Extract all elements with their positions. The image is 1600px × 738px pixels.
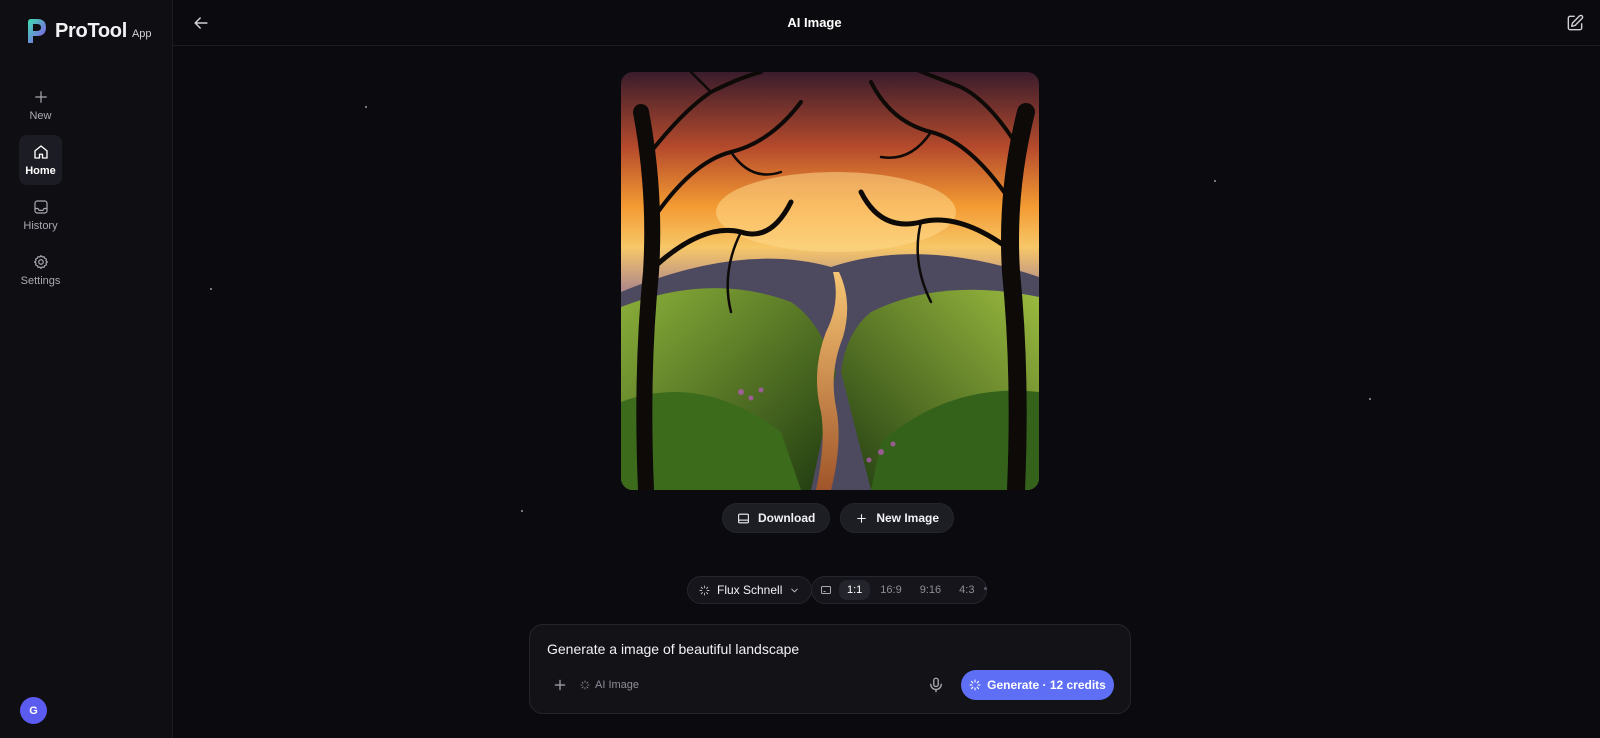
- download-icon: [738, 513, 749, 523]
- logo[interactable]: ProTool App: [20, 16, 152, 46]
- gear-icon: [33, 255, 48, 269]
- aspect-ratio-selector: 1:1 16:9 9:16 4:3: [811, 576, 988, 604]
- ratio-option-4-3[interactable]: 4:3: [951, 580, 982, 600]
- sidebar-item-label: New: [29, 110, 52, 122]
- sparkle-loader-icon: [580, 680, 590, 690]
- star-decoration: [365, 106, 367, 108]
- main-content: AI Image Download New Image Flux Schnell…: [173, 0, 1600, 738]
- new-image-button[interactable]: New Image: [840, 503, 955, 533]
- star-decoration: [1214, 180, 1216, 182]
- model-name: Flux Schnell: [717, 583, 783, 597]
- top-bar: AI Image: [173, 0, 1600, 46]
- avatar[interactable]: G: [20, 697, 47, 724]
- ratio-option-9-16[interactable]: 9:16: [912, 580, 949, 600]
- star-decoration: [210, 288, 212, 290]
- sidebar-item-new[interactable]: New: [19, 80, 62, 130]
- mode-label: AI Image: [595, 679, 640, 691]
- ratio-option-1-1[interactable]: 1:1: [839, 580, 871, 600]
- ratio-option-16-9[interactable]: 16:9: [872, 580, 909, 600]
- sidebar-item-label: Settings: [20, 275, 61, 287]
- home-icon: [33, 145, 48, 159]
- page-title: AI Image: [787, 15, 842, 30]
- sidebar: ProTool App New Home History Settings G: [0, 0, 173, 738]
- image-actions: Download New Image: [722, 503, 955, 533]
- sidebar-item-label: History: [23, 220, 58, 232]
- generate-label: Generate · 12 credits: [987, 678, 1106, 692]
- generated-image[interactable]: [621, 72, 1039, 490]
- aspect-ratio-icon: [821, 586, 831, 594]
- logo-text: ProTool: [55, 19, 127, 42]
- new-image-label: New Image: [876, 511, 940, 525]
- edit-icon[interactable]: [1565, 13, 1585, 33]
- microphone-icon[interactable]: [927, 676, 945, 694]
- prompt-input[interactable]: Generate a image of beautiful landscape: [547, 641, 799, 657]
- generate-button[interactable]: Generate · 12 credits: [961, 670, 1114, 700]
- sparkle-loader-icon: [969, 679, 981, 691]
- model-selector[interactable]: Flux Schnell: [687, 576, 813, 604]
- landscape-image: [621, 72, 1039, 490]
- plus-icon: [34, 91, 47, 103]
- plus-icon[interactable]: [552, 677, 568, 693]
- dot-decoration: [984, 587, 987, 590]
- star-decoration: [1369, 398, 1371, 400]
- sidebar-nav: New Home History Settings: [19, 80, 62, 300]
- mode-tag[interactable]: AI Image: [580, 679, 639, 691]
- sparkle-loader-icon: [699, 584, 710, 596]
- logo-suffix: App: [131, 28, 152, 40]
- sidebar-item-history[interactable]: History: [19, 190, 62, 240]
- protool-logo-icon: [28, 19, 46, 43]
- star-decoration: [521, 510, 523, 512]
- download-label: Download: [758, 511, 816, 525]
- sidebar-item-home[interactable]: Home: [19, 135, 62, 185]
- prompt-composer: Generate a image of beautiful landscape …: [529, 624, 1131, 714]
- inbox-icon: [33, 200, 48, 214]
- sidebar-item-label: Home: [25, 165, 56, 177]
- plus-icon: [857, 513, 867, 523]
- sidebar-item-settings[interactable]: Settings: [19, 245, 62, 295]
- chevron-down-icon: [791, 588, 799, 592]
- app-root: ProTool App New Home History Settings G: [0, 0, 1600, 738]
- download-button[interactable]: Download: [722, 503, 831, 533]
